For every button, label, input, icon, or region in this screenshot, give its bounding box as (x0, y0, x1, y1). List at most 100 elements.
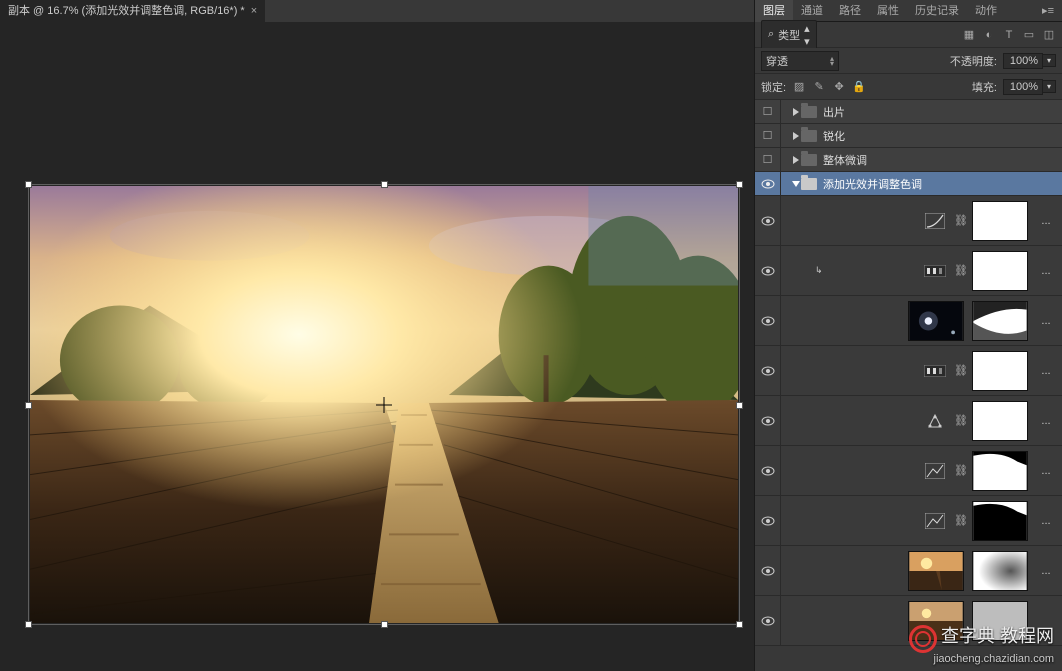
visibility-icon[interactable] (761, 464, 775, 478)
transform-center-icon[interactable] (376, 397, 392, 413)
link-icon[interactable]: ⛓ (954, 214, 964, 227)
transform-handle-tm[interactable] (381, 181, 388, 188)
opacity-input[interactable]: 100% (1003, 53, 1043, 69)
tab-actions[interactable]: 动作 (967, 0, 1005, 22)
layer-mask[interactable] (972, 501, 1028, 541)
visibility-toggle[interactable]: ☐ (761, 153, 775, 167)
layer-mask[interactable] (972, 251, 1028, 291)
folder-icon (801, 130, 817, 142)
tab-properties[interactable]: 属性 (869, 0, 907, 22)
layer-row[interactable]: ⛓ ... (755, 196, 1062, 246)
tab-history[interactable]: 历史记录 (907, 0, 967, 22)
layer-row[interactable]: ⛓ ... (755, 496, 1062, 546)
tab-paths[interactable]: 路径 (831, 0, 869, 22)
group-label: 出片 (823, 104, 845, 120)
transform-handle-br[interactable] (736, 621, 743, 628)
panel-menu-icon[interactable]: ▸≡ (1034, 4, 1062, 17)
transform-handle-mr[interactable] (736, 402, 743, 409)
canvas[interactable] (0, 22, 754, 671)
opacity-dropdown-icon[interactable]: ▾ (1043, 54, 1056, 67)
layer-mask[interactable] (972, 201, 1028, 241)
visibility-icon[interactable] (761, 564, 775, 578)
lock-pixels-icon[interactable]: ✎ (812, 80, 826, 94)
transform-handle-ml[interactable] (25, 402, 32, 409)
layer-mask[interactable] (972, 351, 1028, 391)
fx-button[interactable]: ... (1036, 515, 1056, 527)
fx-button[interactable]: ... (1036, 565, 1056, 577)
filter-adjust-icon[interactable]: ◐ (982, 28, 996, 42)
layer-row[interactable]: ⛓ ... (755, 346, 1062, 396)
transform-bounding-box[interactable] (28, 184, 740, 625)
fill-input[interactable]: 100% (1003, 79, 1043, 95)
layer-row[interactable]: ↳ ⛓ ... (755, 246, 1062, 296)
fill-dropdown-icon[interactable]: ▾ (1043, 80, 1056, 93)
visibility-icon[interactable] (761, 264, 775, 278)
visibility-icon[interactable] (761, 214, 775, 228)
lock-row: 锁定: ▨ ✎ ✥ 🔒 填充: 100% ▾ (755, 74, 1062, 100)
hue-sat-icon (924, 462, 946, 480)
lock-label: 锁定: (761, 79, 786, 95)
fx-button[interactable]: ... (1036, 365, 1056, 377)
transform-handle-tr[interactable] (736, 181, 743, 188)
lock-all-icon[interactable]: 🔒 (852, 80, 866, 94)
layer-row[interactable]: ... (755, 546, 1062, 596)
chevron-updown-icon: ▴▾ (804, 22, 810, 48)
layer-filter-type[interactable]: ⌕ 类型 ▴▾ (761, 20, 817, 50)
tab-layers[interactable]: 图层 (755, 0, 793, 22)
layer-group[interactable]: ☐ 锐化 (755, 124, 1062, 148)
close-icon[interactable]: × (251, 0, 257, 22)
visibility-toggle[interactable]: ☐ (761, 105, 775, 119)
transform-handle-tl[interactable] (25, 181, 32, 188)
blend-mode-select[interactable]: 穿透 ▴▾ (761, 51, 839, 71)
disclosure-triangle-icon[interactable] (791, 131, 801, 141)
layer-thumbnail[interactable] (908, 301, 964, 341)
link-icon[interactable]: ⛓ (954, 514, 964, 527)
fx-button[interactable]: ... (1036, 465, 1056, 477)
layer-group-selected[interactable]: 添加光效并调整色调 (755, 172, 1062, 196)
layer-mask[interactable] (972, 601, 1028, 641)
fx-button[interactable]: ... (1036, 415, 1056, 427)
visibility-icon[interactable] (761, 514, 775, 528)
document-title: 副本 @ 16.7% (添加光效并调整色调, RGB/16*) * (8, 0, 245, 22)
visibility-toggle[interactable]: ☐ (761, 129, 775, 143)
document-tab[interactable]: 副本 @ 16.7% (添加光效并调整色调, RGB/16*) * × (0, 0, 265, 22)
transform-handle-bm[interactable] (381, 621, 388, 628)
layer-row[interactable]: ⛓ ... (755, 446, 1062, 496)
disclosure-triangle-open-icon[interactable] (791, 179, 801, 189)
link-icon[interactable]: ⛓ (954, 414, 964, 427)
disclosure-triangle-icon[interactable] (791, 155, 801, 165)
lock-transparent-icon[interactable]: ▨ (792, 80, 806, 94)
layer-row[interactable]: ... (755, 296, 1062, 346)
disclosure-triangle-icon[interactable] (791, 107, 801, 117)
hue-sat-icon (924, 512, 946, 530)
link-icon[interactable]: ⛓ (954, 464, 964, 477)
visibility-icon[interactable] (761, 314, 775, 328)
filter-text-icon[interactable]: T (1002, 28, 1016, 42)
layer-row[interactable]: ⛓ ... (755, 396, 1062, 446)
layer-mask[interactable] (972, 451, 1028, 491)
visibility-icon[interactable] (761, 614, 775, 628)
clip-indicator-icon: ↳ (815, 265, 823, 276)
fx-button[interactable]: ... (1036, 265, 1056, 277)
fx-button[interactable]: ... (1036, 315, 1056, 327)
layer-mask[interactable] (972, 551, 1028, 591)
layer-thumbnail[interactable] (908, 601, 964, 641)
layer-mask[interactable] (972, 301, 1028, 341)
link-icon[interactable]: ⛓ (954, 264, 964, 277)
transform-handle-bl[interactable] (25, 621, 32, 628)
filter-pixel-icon[interactable]: ▦ (962, 28, 976, 42)
layer-group[interactable]: ☐ 出片 (755, 100, 1062, 124)
lock-position-icon[interactable]: ✥ (832, 80, 846, 94)
visibility-icon[interactable] (761, 364, 775, 378)
visibility-icon[interactable] (761, 414, 775, 428)
fx-button[interactable]: ... (1036, 215, 1056, 227)
layer-group[interactable]: ☐ 整体微调 (755, 148, 1062, 172)
layer-thumbnail[interactable] (908, 551, 964, 591)
visibility-icon[interactable] (761, 177, 775, 191)
tab-channels[interactable]: 通道 (793, 0, 831, 22)
link-icon[interactable]: ⛓ (954, 364, 964, 377)
filter-smart-icon[interactable]: ◫ (1042, 28, 1056, 42)
layer-mask[interactable] (972, 401, 1028, 441)
layer-row[interactable] (755, 596, 1062, 646)
filter-shape-icon[interactable]: ▭ (1022, 28, 1036, 42)
